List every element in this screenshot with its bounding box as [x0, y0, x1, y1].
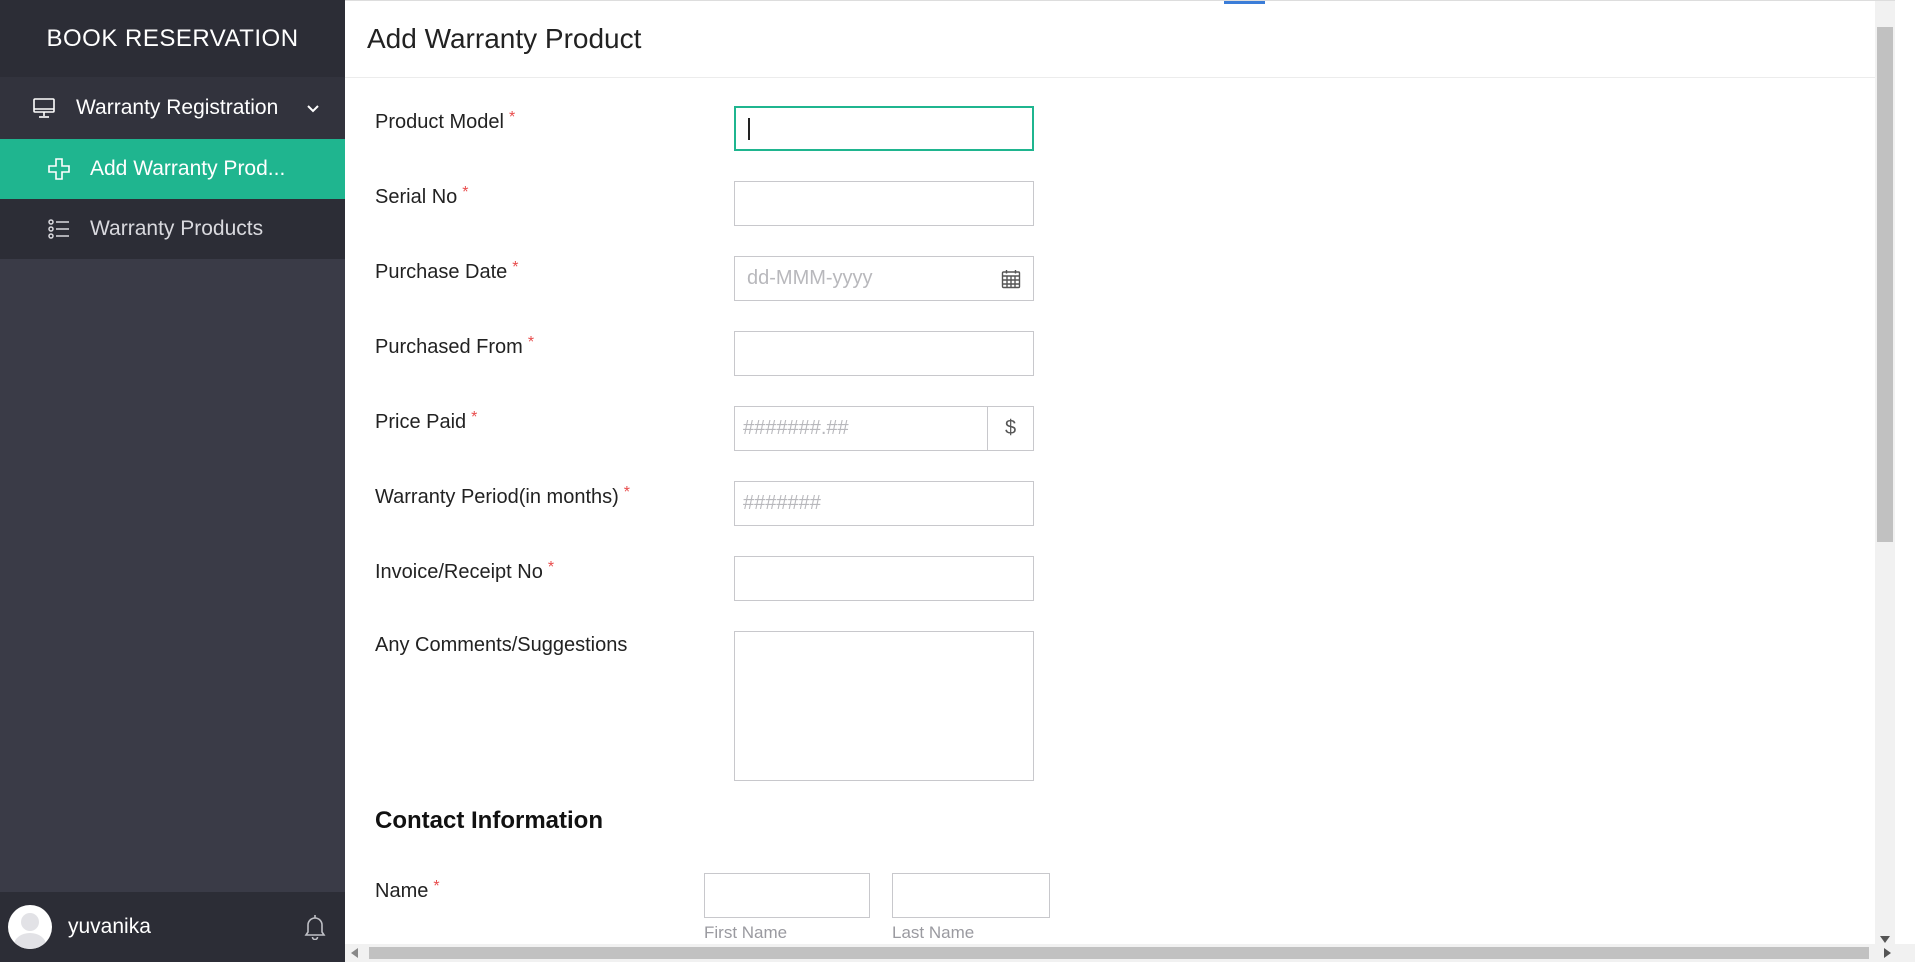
sidebar-item-label: Warranty Products	[90, 217, 264, 240]
main-content: Add Warranty Product Product Model * Seri…	[345, 0, 1895, 945]
invoice-no-label: Invoice/Receipt No *	[375, 559, 555, 583]
name-label: Name *	[375, 878, 440, 902]
price-paid-label: Price Paid *	[375, 409, 478, 433]
price-paid-placeholder: #######.##	[743, 417, 849, 439]
page-title: Add Warranty Product	[367, 23, 642, 54]
app-brand: BOOK RESERVATION	[0, 0, 345, 77]
calendar-icon[interactable]	[1001, 269, 1021, 295]
bell-icon[interactable]	[303, 914, 327, 945]
purchased-from-label: Purchased From *	[375, 334, 535, 358]
warranty-period-placeholder: #######	[743, 492, 821, 514]
vertical-scrollbar-thumb[interactable]	[1877, 27, 1893, 542]
vertical-scrollbar[interactable]	[1875, 1, 1895, 945]
serial-no-input[interactable]	[734, 181, 1034, 226]
scroll-down-arrow-icon[interactable]	[1880, 936, 1890, 943]
contact-section-title: Contact Information	[375, 807, 603, 834]
avatar[interactable]	[8, 905, 52, 949]
product-model-input[interactable]	[734, 106, 1034, 151]
comments-label: Any Comments/Suggestions	[375, 634, 628, 656]
sidebar-item-add-warranty-product[interactable]: Add Warranty Prod...	[0, 139, 345, 199]
list-icon	[48, 219, 74, 239]
first-name-sublabel: First Name	[704, 923, 788, 942]
last-name-input[interactable]	[892, 873, 1050, 918]
text-caret	[748, 117, 750, 140]
warranty-period-label: Warranty Period(in months) *	[375, 484, 631, 508]
loading-indicator	[1224, 1, 1265, 4]
sidebar-group-label: Warranty Registration	[76, 96, 279, 119]
invoice-no-input[interactable]	[734, 556, 1034, 601]
scroll-right-arrow-icon[interactable]	[1884, 948, 1891, 958]
scroll-left-arrow-icon[interactable]	[351, 948, 358, 958]
purchased-from-input[interactable]	[734, 331, 1034, 376]
sidebar-group-warranty-registration[interactable]: Warranty Registration	[0, 77, 345, 139]
chevron-down-icon[interactable]	[305, 99, 321, 123]
price-paid-input[interactable]: #######.## $	[734, 406, 1034, 451]
plus-icon	[48, 158, 74, 180]
user-bar: yuvanika	[0, 892, 345, 962]
sidebar-item-warranty-products[interactable]: Warranty Products	[0, 199, 345, 259]
comments-textarea[interactable]	[734, 631, 1034, 781]
first-name-input[interactable]	[704, 873, 870, 918]
product-model-label: Product Model *	[375, 109, 516, 133]
horizontal-scrollbar-thumb[interactable]	[369, 947, 1869, 959]
purchase-date-label: Purchase Date *	[375, 259, 519, 283]
horizontal-scrollbar[interactable]	[345, 944, 1915, 962]
serial-no-label: Serial No *	[375, 184, 469, 208]
username: yuvanika	[68, 915, 151, 938]
sidebar-item-label: Add Warranty Prod...	[90, 157, 286, 180]
purchase-date-input[interactable]: dd-MMM-yyyy	[734, 256, 1034, 301]
currency-addon: $	[987, 407, 1033, 450]
page-header: Add Warranty Product	[345, 1, 1895, 78]
warranty-period-input[interactable]: #######	[734, 481, 1034, 526]
monitor-icon	[32, 97, 62, 119]
purchase-date-placeholder: dd-MMM-yyyy	[747, 267, 873, 289]
sidebar: BOOK RESERVATION Warranty Registration A…	[0, 0, 345, 962]
last-name-sublabel: Last Name	[892, 923, 975, 942]
